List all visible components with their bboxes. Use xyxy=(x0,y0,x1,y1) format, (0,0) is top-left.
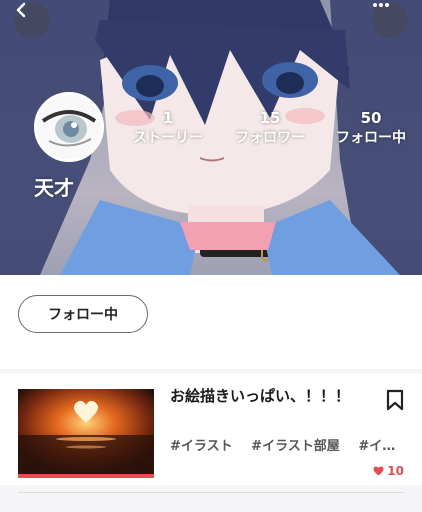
profile-actions: フォロー中 xyxy=(0,275,422,369)
profile-banner: 天才 1 ストーリー 15 フォロワー 50 フォロー中 xyxy=(0,0,422,275)
chevron-left-icon xyxy=(16,2,26,18)
tag-item[interactable]: #イ… xyxy=(358,439,395,454)
sunset-heart-image xyxy=(18,389,154,474)
more-horizontal-icon xyxy=(373,3,389,7)
stat-followers[interactable]: 15 フォロワー xyxy=(224,108,316,148)
story-thumbnail[interactable] xyxy=(18,389,154,478)
stat-followers-value: 15 xyxy=(259,109,281,127)
stat-followers-label: フォロワー xyxy=(235,130,305,146)
username: 天才 xyxy=(34,176,74,200)
stat-following[interactable]: 50 フォロー中 xyxy=(326,108,416,148)
more-button[interactable] xyxy=(372,2,408,38)
tag-item[interactable]: #イラスト部屋 xyxy=(251,439,340,454)
avatar[interactable] xyxy=(34,92,104,162)
stat-stories[interactable]: 1 ストーリー xyxy=(126,108,210,148)
follow-button[interactable]: フォロー中 xyxy=(18,295,148,333)
stat-following-value: 50 xyxy=(360,109,382,127)
story-title[interactable]: お絵描きいっぱい、！！！ xyxy=(170,385,370,407)
story-card[interactable]: お絵描きいっぱい、！！！ #イラスト #イラスト部屋 #イ… 10 xyxy=(0,373,422,485)
stat-stories-label: ストーリー xyxy=(133,130,203,146)
divider xyxy=(18,492,404,493)
tag-item[interactable]: #イラスト xyxy=(170,439,233,454)
profile-page: 天才 1 ストーリー 15 フォロワー 50 フォロー中 フォロー中 お絵描きい… xyxy=(0,0,422,512)
story-tags: #イラスト #イラスト部屋 #イ… xyxy=(170,435,400,454)
back-button[interactable] xyxy=(14,2,50,38)
likes-value: 10 xyxy=(387,464,404,478)
bookmark-button[interactable] xyxy=(386,389,404,415)
heart-icon xyxy=(373,466,384,476)
likes-count: 10 xyxy=(373,464,404,478)
stat-stories-value: 1 xyxy=(162,109,174,127)
stat-following-label: フォロー中 xyxy=(336,130,406,146)
bookmark-icon xyxy=(386,389,404,411)
avatar-image xyxy=(37,95,101,159)
